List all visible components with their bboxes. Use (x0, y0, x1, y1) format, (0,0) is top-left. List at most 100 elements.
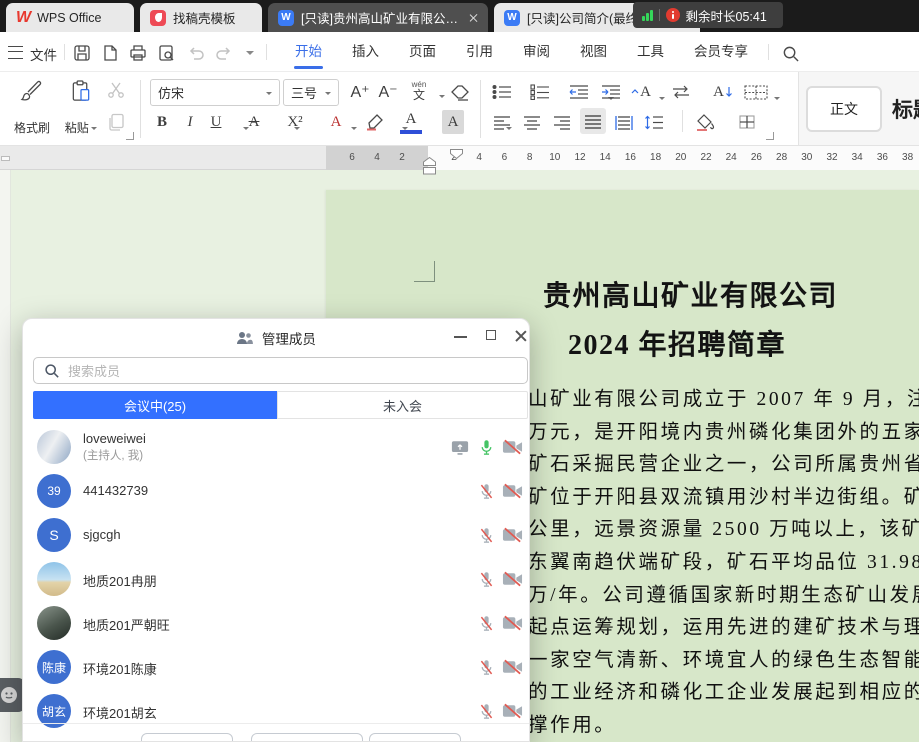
text-direction-button[interactable]: A (710, 80, 736, 104)
screen-share-icon[interactable] (449, 437, 471, 457)
increase-indent-icon[interactable] (598, 80, 624, 104)
ruler-number: 26 (748, 146, 764, 169)
footer-button[interactable]: 全体静音 (141, 733, 233, 742)
pinyin-guide-button[interactable]: wén 文 (404, 76, 434, 106)
camera-off-icon[interactable] (501, 613, 523, 633)
line-spacing-icon[interactable] (642, 110, 666, 134)
text-grid-icon[interactable] (742, 80, 770, 104)
search-input[interactable] (66, 359, 520, 384)
borders-icon[interactable] (734, 110, 760, 134)
decrease-indent-icon[interactable] (566, 80, 592, 104)
mic-off-icon[interactable] (475, 481, 497, 501)
left-indent-marker[interactable] (423, 157, 436, 180)
highlight-pen-icon[interactable] (362, 110, 386, 134)
font-name-select[interactable]: 仿宋 (150, 79, 280, 106)
style-heading[interactable]: 标题 (892, 94, 919, 124)
save-icon[interactable] (72, 43, 92, 63)
clear-format-icon[interactable] (448, 80, 472, 104)
align-left-icon[interactable] (490, 110, 514, 134)
tab-wps-home[interactable]: W WPS Office (6, 3, 134, 32)
camera-off-icon[interactable] (501, 481, 523, 501)
mic-off-icon[interactable] (475, 657, 497, 677)
group-expander-icon[interactable] (126, 132, 134, 140)
tab-template-store[interactable]: 找稿壳模板 (140, 3, 262, 32)
align-center-icon[interactable] (520, 110, 544, 134)
wrap-text-icon[interactable] (668, 80, 694, 104)
style-body-text[interactable]: 正文 (806, 86, 882, 132)
underline-button[interactable]: U (206, 110, 226, 134)
camera-off-icon[interactable] (501, 569, 523, 589)
numbered-list-icon[interactable] (528, 80, 552, 104)
font-size-select[interactable]: 三号 (283, 79, 339, 106)
minimize-icon[interactable] (453, 329, 469, 343)
group-expander-icon[interactable] (766, 132, 774, 140)
hamburger-icon[interactable] (8, 46, 23, 59)
mic-off-icon[interactable] (475, 613, 497, 633)
cut-icon[interactable] (104, 78, 128, 102)
footer-button[interactable]: 结束会议 (369, 733, 461, 742)
redo-icon[interactable] (214, 43, 234, 63)
tab-in-meeting[interactable]: 会议中(25) (33, 391, 277, 419)
close-icon[interactable] (468, 13, 478, 23)
member-row[interactable]: 地质201严朝旺 (23, 601, 529, 645)
mic-off-icon[interactable] (475, 569, 497, 589)
menu-item[interactable]: 插入 (337, 32, 394, 71)
camera-off-icon[interactable] (501, 525, 523, 545)
char-scale-button[interactable]: A (630, 80, 652, 104)
shading-bucket-icon[interactable] (692, 110, 718, 134)
justify-icon[interactable] (580, 108, 606, 134)
format-painter-button[interactable]: 格式刷 (8, 78, 56, 138)
increase-font-button[interactable]: A⁺ (348, 80, 372, 104)
member-search-box (33, 357, 528, 384)
search-icon[interactable] (780, 43, 800, 63)
print-icon[interactable] (128, 43, 148, 63)
chevron-down-icon[interactable] (240, 43, 260, 63)
decrease-font-button[interactable]: A⁻ (376, 80, 400, 104)
remaining-time-badge[interactable]: 剩余时长05:41 (633, 2, 783, 28)
camera-off-icon[interactable] (501, 657, 523, 677)
tab-document-active[interactable]: W [只读]贵州高山矿业有限公司2024... (268, 3, 488, 32)
menu-item[interactable]: 审阅 (508, 32, 565, 71)
camera-off-icon[interactable] (501, 701, 523, 721)
print-preview-icon[interactable] (156, 43, 176, 63)
member-row[interactable]: 39441432739 (23, 469, 529, 513)
italic-button[interactable]: I (180, 110, 200, 134)
font-color-button[interactable]: A (400, 108, 422, 134)
menu-item[interactable]: 页面 (394, 32, 451, 71)
menu-item[interactable]: 工具 (622, 32, 679, 71)
member-role: (主持人, 我) (83, 447, 143, 463)
file-menu[interactable]: 文件 (30, 44, 57, 64)
member-row[interactable]: Ssjgcgh (23, 513, 529, 557)
menu-item[interactable]: 开始 (280, 32, 337, 71)
align-right-icon[interactable] (550, 110, 574, 134)
menu-item[interactable]: 引用 (451, 32, 508, 71)
menu-item[interactable]: 会员专享 (679, 32, 763, 71)
member-row[interactable]: loveweiwei(主持人, 我) (23, 425, 529, 469)
bold-button[interactable]: B (150, 110, 174, 134)
camera-off-icon[interactable] (501, 437, 523, 457)
strikethrough-button[interactable]: A (244, 110, 264, 134)
export-pdf-icon[interactable] (100, 43, 120, 63)
mic-off-icon[interactable] (475, 701, 497, 721)
copy-icon[interactable] (104, 110, 128, 134)
superscript-button[interactable]: X² (282, 110, 308, 134)
text-effects-button[interactable]: A (326, 110, 346, 134)
undo-icon[interactable] (186, 43, 206, 63)
distribute-icon[interactable] (612, 110, 636, 134)
paste-button[interactable]: 粘贴 (60, 78, 102, 138)
maximize-icon[interactable] (484, 329, 500, 343)
first-line-indent-marker[interactable] (450, 146, 463, 164)
tab-not-joined[interactable]: 未入会 (277, 391, 528, 419)
char-shading-button[interactable]: A (442, 110, 464, 134)
info-icon (666, 8, 680, 22)
member-row[interactable]: 陈康环境201陈康 (23, 645, 529, 689)
footer-button[interactable]: 解除全体静音 (251, 733, 363, 742)
member-row[interactable]: 胡玄环境201胡玄 (23, 689, 529, 733)
mic-off-icon[interactable] (475, 525, 497, 545)
mic-on-icon[interactable] (475, 437, 497, 457)
network-signal-icon (642, 9, 653, 21)
member-row[interactable]: 地质201冉朋 (23, 557, 529, 601)
bullet-list-icon[interactable] (490, 80, 514, 104)
menu-item[interactable]: 视图 (565, 32, 622, 71)
close-icon[interactable] (513, 329, 529, 343)
